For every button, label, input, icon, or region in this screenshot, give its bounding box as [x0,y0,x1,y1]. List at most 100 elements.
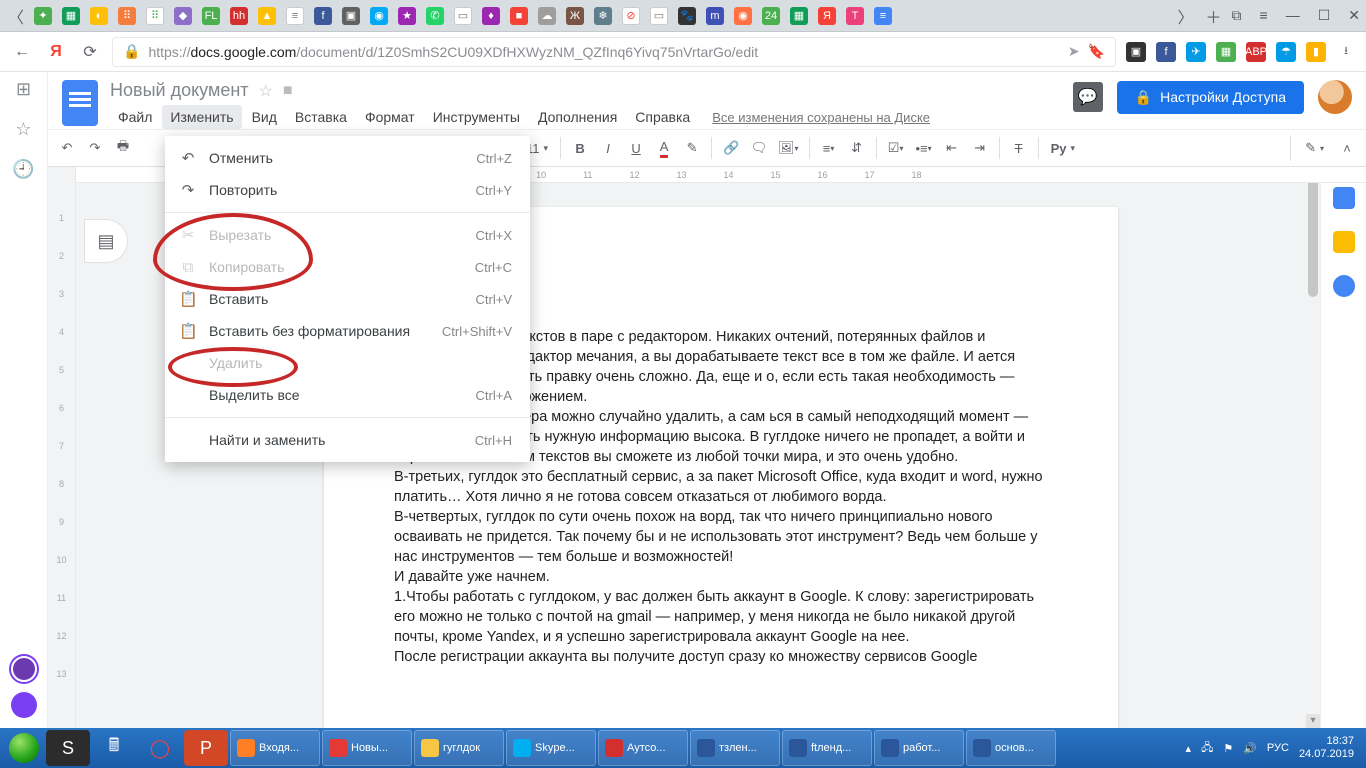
taskbar-task[interactable]: основ... [966,730,1056,766]
menu-paste[interactable]: 📋 Вставить Ctrl+V [165,283,530,315]
new-tab-button[interactable]: ＋ [1204,6,1224,26]
menu-insert[interactable]: Вставка [287,105,355,129]
tab-icon[interactable]: FL [202,7,220,25]
tasks-icon[interactable] [1333,275,1355,297]
menu-paste-plain[interactable]: 📋 Вставить без форматирования Ctrl+Shift… [165,315,530,347]
menu-addons[interactable]: Дополнения [530,105,625,129]
ext-icon[interactable]: ABP [1246,42,1266,62]
pinned-powerpoint[interactable]: P [184,730,228,766]
favorite-star-icon[interactable]: ☆ [13,118,35,140]
line-spacing-button[interactable]: ⇵ [844,135,870,161]
ext-icon[interactable]: f [1156,42,1176,62]
taskbar-task[interactable]: гуглдок [414,730,504,766]
tab-icon[interactable]: ▭ [454,7,472,25]
tabs-scroll-right[interactable]: 〉 [1176,6,1196,26]
tab-icon[interactable]: m [706,7,724,25]
tab-icon[interactable]: ◉ [370,7,388,25]
menu-help[interactable]: Справка [627,105,698,129]
print-button[interactable]: 🖶 [110,135,136,161]
url-field[interactable]: 🔒 https://docs.google.com/document/d/1Z0… [112,37,1116,67]
taskbar-task[interactable]: ftленд... [782,730,872,766]
share-button[interactable]: 🔒 Настройки Доступа [1117,81,1304,114]
tab-icon[interactable]: ▦ [62,7,80,25]
tab-icon[interactable]: hh [230,7,248,25]
menu-format[interactable]: Формат [357,105,423,129]
window-close[interactable]: ✕ [1348,7,1360,24]
downloads-icon[interactable]: ⭳ [1336,42,1356,62]
undo-button[interactable]: ↶ [54,135,80,161]
tab-icon[interactable]: ⠿ [146,7,164,25]
menu-edit[interactable]: Изменить [162,105,241,129]
tab-icon[interactable]: ✦ [34,7,52,25]
yandex-home[interactable]: Я [44,40,68,64]
window-minimize[interactable]: — [1286,7,1300,24]
scroll-down-icon[interactable]: ▾ [1306,714,1320,728]
tabs-scroll-left[interactable]: 〈 [6,6,26,26]
menu-delete[interactable]: Удалить [165,347,530,379]
tray-lang[interactable]: РУС [1267,742,1289,754]
input-tools-button[interactable]: Ру▾ [1045,141,1081,156]
insert-link-button[interactable]: 🔗 [718,135,744,161]
folder-icon[interactable]: ■ [283,82,293,100]
highlight-button[interactable]: ✎ [679,135,705,161]
tab-icon[interactable]: ■ [510,7,528,25]
tab-icon[interactable]: ▦ [790,7,808,25]
bookmark-icon[interactable]: 🔖 [1088,43,1105,60]
tab-icon[interactable]: ▭ [650,7,668,25]
tab-active-docs[interactable]: ≡ [874,7,892,25]
tab-icon[interactable]: ◉ [734,7,752,25]
menu-view[interactable]: Вид [244,105,285,129]
nav-back[interactable]: ← [10,40,34,64]
calendar-icon[interactable] [1333,187,1355,209]
tabs-panel-icon[interactable]: ⧉ [1232,7,1242,24]
taskbar-task[interactable]: Новы... [322,730,412,766]
editing-mode-button[interactable]: ✎▾ [1301,135,1328,161]
ext-icon[interactable]: ▮ [1306,42,1326,62]
window-maximize[interactable]: ☐ [1318,7,1331,24]
tray-flag-icon[interactable]: ⚑ [1223,742,1233,755]
taskbar-task[interactable]: тзлен... [690,730,780,766]
tab-icon[interactable]: ✆ [426,7,444,25]
pinned-calc[interactable]: 🖩 [92,730,136,766]
scrollbar[interactable]: ▴ ▾ [1306,167,1320,728]
ext-icon[interactable]: ✈ [1186,42,1206,62]
insert-image-button[interactable]: 🖼▾ [774,135,803,161]
menu-copy[interactable]: ⧉ Копировать Ctrl+C [165,251,530,283]
tab-icon[interactable]: ★ [398,7,416,25]
outdent-button[interactable]: ⇤ [939,135,965,161]
bullet-list-button[interactable]: •≡▾ [911,135,937,161]
tab-icon[interactable]: ◆ [174,7,192,25]
tab-icon[interactable]: 🐾 [678,7,696,25]
document-outline-button[interactable]: ▤ [84,219,128,263]
taskbar-task[interactable]: Аутсо... [598,730,688,766]
ext-icon[interactable]: ☂ [1276,42,1296,62]
tab-icon[interactable]: ▲ [258,7,276,25]
star-icon[interactable]: ☆ [259,81,273,101]
tab-icon[interactable]: ◐ [90,7,108,25]
checklist-button[interactable]: ☑▾ [883,135,909,161]
pinned-opera[interactable]: ◯ [138,730,182,766]
insert-comment-button[interactable]: 🗨 [746,135,772,161]
menu-select-all[interactable]: Выделить все Ctrl+A [165,379,530,411]
ext-icon[interactable]: ▣ [1126,42,1146,62]
tab-icon[interactable]: f [314,7,332,25]
protect-icon[interactable]: ➤ [1068,43,1080,60]
collapse-toolbar[interactable]: ˄ [1334,141,1360,156]
menu-tools[interactable]: Инструменты [425,105,528,129]
keep-icon[interactable] [1333,231,1355,253]
tray-clock[interactable]: 18:37 24.07.2019 [1299,735,1354,760]
tab-icon[interactable]: 24 [762,7,780,25]
tray-network-icon[interactable]: 🖧 [1201,739,1213,758]
nav-reload[interactable]: ⟳ [78,40,102,64]
tab-icon[interactable]: ⊘ [622,7,640,25]
tab-icon[interactable]: ≡ [286,7,304,25]
scroll-thumb[interactable] [1308,177,1318,297]
comments-button[interactable]: 💬 [1073,82,1103,112]
tab-icon[interactable]: T [846,7,864,25]
alice-voice-icon[interactable] [11,692,37,718]
tray-volume-icon[interactable]: 🔊 [1243,742,1257,755]
changes-saved-link[interactable]: Все изменения сохранены на Диске [712,110,930,125]
pinned-snagit[interactable]: S [46,730,90,766]
tab-icon[interactable]: Я [818,7,836,25]
clear-format-button[interactable]: T [1006,135,1032,161]
